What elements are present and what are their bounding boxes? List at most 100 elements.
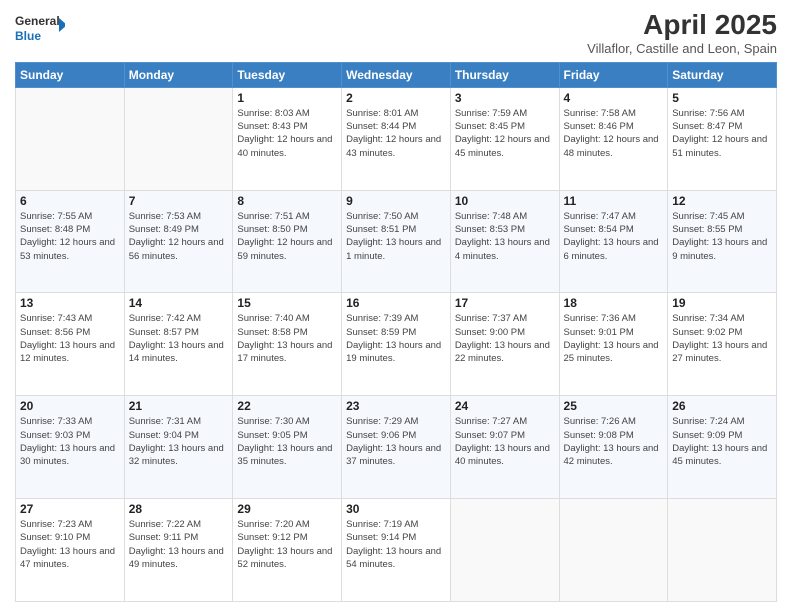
week-row-5: 27Sunrise: 7:23 AMSunset: 9:10 PMDayligh…: [16, 499, 777, 602]
calendar-cell: 25 Sunrise: 7:26 AMSunset: 9:08 PMDayligh…: [559, 396, 668, 499]
calendar-cell: 11 Sunrise: 7:47 AMSunset: 8:54 PMDayligh…: [559, 190, 668, 293]
day-info: Sunrise: 7:37 AMSunset: 9:00 PMDaylight:…: [455, 312, 555, 365]
day-number: 2: [346, 91, 446, 105]
day-info: Sunrise: 7:33 AMSunset: 9:03 PMDaylight:…: [20, 415, 120, 468]
day-info: Sunrise: 7:34 AMSunset: 9:02 PMDaylight:…: [672, 312, 772, 365]
calendar-cell: 22 Sunrise: 7:30 AMSunset: 9:05 PMDayligh…: [233, 396, 342, 499]
day-number: 10: [455, 194, 555, 208]
day-info: Sunrise: 7:58 AMSunset: 8:46 PMDaylight:…: [564, 107, 664, 160]
calendar-cell: 7 Sunrise: 7:53 AMSunset: 8:49 PMDaylight…: [124, 190, 233, 293]
calendar-body: 1 Sunrise: 8:03 AMSunset: 8:43 PMDaylight…: [16, 87, 777, 601]
header: General Blue April 2025 Villaflor, Casti…: [15, 10, 777, 56]
calendar-cell: 21 Sunrise: 7:31 AMSunset: 9:04 PMDayligh…: [124, 396, 233, 499]
day-info: Sunrise: 7:45 AMSunset: 8:55 PMDaylight:…: [672, 210, 772, 263]
header-row: SundayMondayTuesdayWednesdayThursdayFrid…: [16, 62, 777, 87]
day-number: 7: [129, 194, 229, 208]
calendar: SundayMondayTuesdayWednesdayThursdayFrid…: [15, 62, 777, 602]
calendar-cell: 10 Sunrise: 7:48 AMSunset: 8:53 PMDayligh…: [450, 190, 559, 293]
calendar-cell: [450, 499, 559, 602]
day-number: 24: [455, 399, 555, 413]
header-thursday: Thursday: [450, 62, 559, 87]
day-number: 18: [564, 296, 664, 310]
logo-svg: General Blue: [15, 10, 65, 46]
calendar-cell: 20 Sunrise: 7:33 AMSunset: 9:03 PMDayligh…: [16, 396, 125, 499]
header-sunday: Sunday: [16, 62, 125, 87]
day-info: Sunrise: 7:59 AMSunset: 8:45 PMDaylight:…: [455, 107, 555, 160]
main-title: April 2025: [587, 10, 777, 41]
calendar-cell: 4Sunrise: 7:58 AMSunset: 8:46 PMDaylight…: [559, 87, 668, 190]
day-info: Sunrise: 7:48 AMSunset: 8:53 PMDaylight:…: [455, 210, 555, 263]
day-info: Sunrise: 7:40 AMSunset: 8:58 PMDaylight:…: [237, 312, 337, 365]
day-info: Sunrise: 7:22 AMSunset: 9:11 PMDaylight:…: [129, 518, 229, 571]
calendar-cell: 29 Sunrise: 7:20 AMSunset: 9:12 PMDayligh…: [233, 499, 342, 602]
day-number: 11: [564, 194, 664, 208]
day-number: 25: [564, 399, 664, 413]
day-number: 6: [20, 194, 120, 208]
calendar-cell: 18 Sunrise: 7:36 AMSunset: 9:01 PMDayligh…: [559, 293, 668, 396]
day-info: Sunrise: 7:47 AMSunset: 8:54 PMDaylight:…: [564, 210, 664, 263]
header-friday: Friday: [559, 62, 668, 87]
day-info: Sunrise: 7:50 AMSunset: 8:51 PMDaylight:…: [346, 210, 446, 263]
calendar-cell: [559, 499, 668, 602]
day-info: Sunrise: 7:55 AMSunset: 8:48 PMDaylight:…: [20, 210, 120, 263]
day-info: Sunrise: 7:27 AMSunset: 9:07 PMDaylight:…: [455, 415, 555, 468]
day-number: 26: [672, 399, 772, 413]
day-number: 21: [129, 399, 229, 413]
header-wednesday: Wednesday: [342, 62, 451, 87]
day-info: Sunrise: 7:29 AMSunset: 9:06 PMDaylight:…: [346, 415, 446, 468]
calendar-cell: [668, 499, 777, 602]
calendar-cell: 15Sunrise: 7:40 AMSunset: 8:58 PMDayligh…: [233, 293, 342, 396]
calendar-cell: [16, 87, 125, 190]
day-info: Sunrise: 7:30 AMSunset: 9:05 PMDaylight:…: [237, 415, 337, 468]
calendar-cell: 24 Sunrise: 7:27 AMSunset: 9:07 PMDayligh…: [450, 396, 559, 499]
header-saturday: Saturday: [668, 62, 777, 87]
day-info: Sunrise: 7:51 AMSunset: 8:50 PMDaylight:…: [237, 210, 337, 263]
calendar-cell: 12 Sunrise: 7:45 AMSunset: 8:55 PMDayligh…: [668, 190, 777, 293]
day-info: Sunrise: 7:43 AMSunset: 8:56 PMDaylight:…: [20, 312, 120, 365]
header-tuesday: Tuesday: [233, 62, 342, 87]
calendar-cell: 13 Sunrise: 7:43 AMSunset: 8:56 PMDayligh…: [16, 293, 125, 396]
day-number: 29: [237, 502, 337, 516]
day-info: Sunrise: 8:03 AMSunset: 8:43 PMDaylight:…: [237, 107, 337, 160]
day-number: 8: [237, 194, 337, 208]
svg-text:General: General: [15, 14, 60, 28]
calendar-cell: 1 Sunrise: 8:03 AMSunset: 8:43 PMDaylight…: [233, 87, 342, 190]
day-info: Sunrise: 7:26 AMSunset: 9:08 PMDaylight:…: [564, 415, 664, 468]
day-info: Sunrise: 7:36 AMSunset: 9:01 PMDaylight:…: [564, 312, 664, 365]
calendar-cell: 27Sunrise: 7:23 AMSunset: 9:10 PMDayligh…: [16, 499, 125, 602]
day-number: 20: [20, 399, 120, 413]
day-number: 13: [20, 296, 120, 310]
day-number: 30: [346, 502, 446, 516]
day-number: 12: [672, 194, 772, 208]
calendar-cell: 8 Sunrise: 7:51 AMSunset: 8:50 PMDaylight…: [233, 190, 342, 293]
calendar-cell: 3 Sunrise: 7:59 AMSunset: 8:45 PMDaylight…: [450, 87, 559, 190]
calendar-cell: 28 Sunrise: 7:22 AMSunset: 9:11 PMDayligh…: [124, 499, 233, 602]
calendar-cell: 26 Sunrise: 7:24 AMSunset: 9:09 PMDayligh…: [668, 396, 777, 499]
calendar-cell: [124, 87, 233, 190]
day-number: 5: [672, 91, 772, 105]
day-info: Sunrise: 7:56 AMSunset: 8:47 PMDaylight:…: [672, 107, 772, 160]
day-number: 28: [129, 502, 229, 516]
calendar-cell: 16Sunrise: 7:39 AMSunset: 8:59 PMDayligh…: [342, 293, 451, 396]
day-info: Sunrise: 7:20 AMSunset: 9:12 PMDaylight:…: [237, 518, 337, 571]
day-number: 22: [237, 399, 337, 413]
calendar-cell: 23 Sunrise: 7:29 AMSunset: 9:06 PMDayligh…: [342, 396, 451, 499]
day-info: Sunrise: 8:01 AMSunset: 8:44 PMDaylight:…: [346, 107, 446, 160]
day-info: Sunrise: 7:31 AMSunset: 9:04 PMDaylight:…: [129, 415, 229, 468]
day-number: 3: [455, 91, 555, 105]
calendar-cell: 14 Sunrise: 7:42 AMSunset: 8:57 PMDayligh…: [124, 293, 233, 396]
day-info: Sunrise: 7:23 AMSunset: 9:10 PMDaylight:…: [20, 518, 120, 571]
day-info: Sunrise: 7:53 AMSunset: 8:49 PMDaylight:…: [129, 210, 229, 263]
calendar-cell: 17Sunrise: 7:37 AMSunset: 9:00 PMDayligh…: [450, 293, 559, 396]
calendar-cell: 9Sunrise: 7:50 AMSunset: 8:51 PMDaylight…: [342, 190, 451, 293]
title-section: April 2025 Villaflor, Castille and Leon,…: [587, 10, 777, 56]
day-info: Sunrise: 7:42 AMSunset: 8:57 PMDaylight:…: [129, 312, 229, 365]
day-number: 14: [129, 296, 229, 310]
calendar-cell: 6 Sunrise: 7:55 AMSunset: 8:48 PMDaylight…: [16, 190, 125, 293]
day-number: 1: [237, 91, 337, 105]
day-number: 23: [346, 399, 446, 413]
day-info: Sunrise: 7:19 AMSunset: 9:14 PMDaylight:…: [346, 518, 446, 571]
day-info: Sunrise: 7:24 AMSunset: 9:09 PMDaylight:…: [672, 415, 772, 468]
day-number: 16: [346, 296, 446, 310]
week-row-2: 6 Sunrise: 7:55 AMSunset: 8:48 PMDaylight…: [16, 190, 777, 293]
